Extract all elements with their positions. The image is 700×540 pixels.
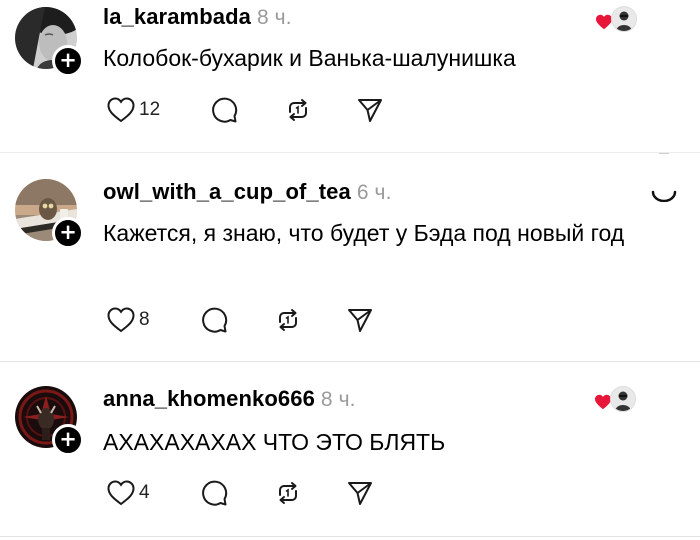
repost-icon bbox=[289, 99, 307, 121]
share-button[interactable] bbox=[356, 96, 384, 124]
comment-button[interactable] bbox=[200, 306, 228, 334]
avatar[interactable]: + bbox=[15, 7, 84, 77]
send-icon bbox=[348, 482, 372, 505]
post-author[interactable]: anna_khomenko666 8 ч. bbox=[103, 386, 356, 412]
share-button[interactable] bbox=[346, 479, 374, 507]
repost-icon bbox=[279, 309, 297, 331]
repost-button[interactable] bbox=[274, 479, 302, 507]
username[interactable]: la_karambada bbox=[103, 4, 251, 29]
post-text: АХАХАХАХАХ ЧТО ЭТО БЛЯТЬ bbox=[103, 429, 446, 455]
heart-outline-icon bbox=[107, 480, 135, 506]
username[interactable]: owl_with_a_cup_of_tea bbox=[103, 179, 351, 204]
share-button[interactable] bbox=[346, 306, 374, 334]
post-divider bbox=[0, 152, 700, 153]
author-avatar-mini bbox=[611, 6, 637, 32]
username[interactable]: anna_khomenko666 bbox=[103, 386, 315, 411]
like-count: 4 bbox=[139, 482, 150, 503]
comment-button[interactable] bbox=[210, 96, 238, 124]
follow-plus-icon[interactable]: + bbox=[52, 217, 84, 249]
thread-post: + owl_with_a_cup_of_tea 6 ч. Кажется, я з… bbox=[0, 168, 700, 358]
post-time: 8 ч. bbox=[320, 388, 356, 411]
post-author[interactable]: owl_with_a_cup_of_tea 6 ч. bbox=[103, 179, 392, 205]
comment-button[interactable] bbox=[200, 479, 228, 507]
post-divider bbox=[0, 361, 700, 362]
author-avatar-mini bbox=[610, 386, 636, 412]
liked-by-author-indicator bbox=[592, 386, 636, 416]
comment-bubble-icon bbox=[212, 97, 238, 123]
like-button[interactable]: 4 bbox=[106, 479, 150, 507]
post-author[interactable]: la_karambada 8 ч. bbox=[103, 4, 292, 30]
post-text: Кажется, я знаю, что будет у Бэда под но… bbox=[103, 220, 625, 246]
like-button[interactable]: 8 bbox=[106, 306, 150, 334]
comment-bubble-icon bbox=[202, 307, 228, 333]
post-text: Колобок-бухарик и Ванька-шалунишка bbox=[103, 45, 516, 71]
like-count: 8 bbox=[139, 309, 150, 330]
loading-spinner-icon bbox=[651, 190, 677, 202]
send-icon bbox=[358, 99, 382, 122]
thread-post: + la_karambada 8 ч. Колобок-бухарик и Ван… bbox=[0, 0, 700, 150]
repost-button[interactable] bbox=[274, 306, 302, 334]
repost-icon bbox=[279, 482, 297, 504]
liked-by-author-indicator bbox=[593, 6, 637, 36]
post-divider bbox=[0, 536, 700, 537]
thread-post: + anna_khomenko666 8 ч. АХАХАХАХАХ ЧТО ЭТ… bbox=[0, 375, 700, 540]
post-time: 6 ч. bbox=[356, 181, 392, 204]
repost-button[interactable] bbox=[284, 96, 312, 124]
avatar[interactable]: + bbox=[15, 179, 84, 249]
like-count: 12 bbox=[139, 99, 161, 120]
post-time: 8 ч. bbox=[256, 6, 292, 29]
follow-plus-icon[interactable]: + bbox=[52, 45, 84, 77]
follow-plus-icon[interactable]: + bbox=[52, 424, 84, 456]
heart-outline-icon bbox=[107, 307, 135, 333]
avatar[interactable]: + bbox=[15, 386, 84, 456]
comment-bubble-icon bbox=[202, 480, 228, 506]
send-icon bbox=[348, 309, 372, 332]
heart-outline-icon bbox=[107, 97, 135, 123]
like-button[interactable]: 12 bbox=[106, 96, 160, 124]
